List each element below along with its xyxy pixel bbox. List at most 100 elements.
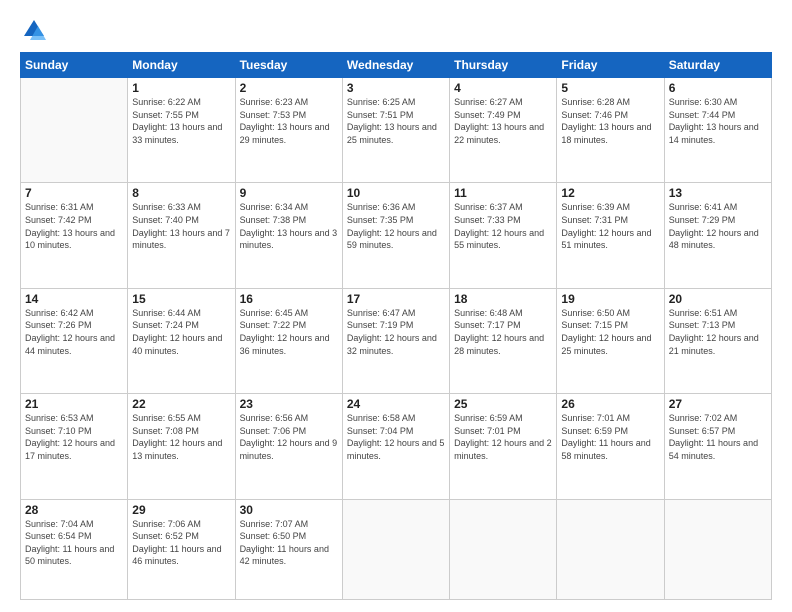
calendar-cell: 16Sunrise: 6:45 AM Sunset: 7:22 PM Dayli… xyxy=(235,288,342,393)
calendar-cell: 19Sunrise: 6:50 AM Sunset: 7:15 PM Dayli… xyxy=(557,288,664,393)
calendar-cell: 21Sunrise: 6:53 AM Sunset: 7:10 PM Dayli… xyxy=(21,394,128,499)
day-detail: Sunrise: 6:48 AM Sunset: 7:17 PM Dayligh… xyxy=(454,307,552,357)
day-detail: Sunrise: 6:51 AM Sunset: 7:13 PM Dayligh… xyxy=(669,307,767,357)
logo xyxy=(20,16,52,44)
calendar-cell: 18Sunrise: 6:48 AM Sunset: 7:17 PM Dayli… xyxy=(450,288,557,393)
calendar-cell: 3Sunrise: 6:25 AM Sunset: 7:51 PM Daylig… xyxy=(342,78,449,183)
calendar-week-row: 28Sunrise: 7:04 AM Sunset: 6:54 PM Dayli… xyxy=(21,499,772,599)
day-number: 2 xyxy=(240,81,338,95)
day-number: 7 xyxy=(25,186,123,200)
day-detail: Sunrise: 6:30 AM Sunset: 7:44 PM Dayligh… xyxy=(669,96,767,146)
calendar-cell: 23Sunrise: 6:56 AM Sunset: 7:06 PM Dayli… xyxy=(235,394,342,499)
day-number: 29 xyxy=(132,503,230,517)
calendar-header-row: SundayMondayTuesdayWednesdayThursdayFrid… xyxy=(21,53,772,78)
day-detail: Sunrise: 7:04 AM Sunset: 6:54 PM Dayligh… xyxy=(25,518,123,568)
day-detail: Sunrise: 6:37 AM Sunset: 7:33 PM Dayligh… xyxy=(454,201,552,251)
day-number: 19 xyxy=(561,292,659,306)
calendar-day-header: Friday xyxy=(557,53,664,78)
day-number: 16 xyxy=(240,292,338,306)
calendar-cell: 11Sunrise: 6:37 AM Sunset: 7:33 PM Dayli… xyxy=(450,183,557,288)
calendar-cell: 5Sunrise: 6:28 AM Sunset: 7:46 PM Daylig… xyxy=(557,78,664,183)
day-number: 20 xyxy=(669,292,767,306)
day-detail: Sunrise: 6:41 AM Sunset: 7:29 PM Dayligh… xyxy=(669,201,767,251)
day-detail: Sunrise: 6:36 AM Sunset: 7:35 PM Dayligh… xyxy=(347,201,445,251)
day-number: 10 xyxy=(347,186,445,200)
day-number: 21 xyxy=(25,397,123,411)
day-number: 25 xyxy=(454,397,552,411)
calendar-cell: 25Sunrise: 6:59 AM Sunset: 7:01 PM Dayli… xyxy=(450,394,557,499)
calendar-cell: 2Sunrise: 6:23 AM Sunset: 7:53 PM Daylig… xyxy=(235,78,342,183)
logo-icon xyxy=(20,16,48,44)
day-number: 30 xyxy=(240,503,338,517)
calendar-day-header: Thursday xyxy=(450,53,557,78)
calendar-day-header: Sunday xyxy=(21,53,128,78)
day-detail: Sunrise: 6:50 AM Sunset: 7:15 PM Dayligh… xyxy=(561,307,659,357)
calendar-cell: 13Sunrise: 6:41 AM Sunset: 7:29 PM Dayli… xyxy=(664,183,771,288)
calendar-table: SundayMondayTuesdayWednesdayThursdayFrid… xyxy=(20,52,772,600)
day-detail: Sunrise: 7:01 AM Sunset: 6:59 PM Dayligh… xyxy=(561,412,659,462)
calendar-cell: 14Sunrise: 6:42 AM Sunset: 7:26 PM Dayli… xyxy=(21,288,128,393)
day-detail: Sunrise: 6:45 AM Sunset: 7:22 PM Dayligh… xyxy=(240,307,338,357)
day-number: 8 xyxy=(132,186,230,200)
calendar-cell: 24Sunrise: 6:58 AM Sunset: 7:04 PM Dayli… xyxy=(342,394,449,499)
day-detail: Sunrise: 6:58 AM Sunset: 7:04 PM Dayligh… xyxy=(347,412,445,462)
day-detail: Sunrise: 6:31 AM Sunset: 7:42 PM Dayligh… xyxy=(25,201,123,251)
day-number: 15 xyxy=(132,292,230,306)
calendar-cell: 28Sunrise: 7:04 AM Sunset: 6:54 PM Dayli… xyxy=(21,499,128,599)
day-detail: Sunrise: 6:39 AM Sunset: 7:31 PM Dayligh… xyxy=(561,201,659,251)
calendar-cell: 17Sunrise: 6:47 AM Sunset: 7:19 PM Dayli… xyxy=(342,288,449,393)
day-detail: Sunrise: 6:27 AM Sunset: 7:49 PM Dayligh… xyxy=(454,96,552,146)
calendar-cell: 27Sunrise: 7:02 AM Sunset: 6:57 PM Dayli… xyxy=(664,394,771,499)
calendar-cell: 22Sunrise: 6:55 AM Sunset: 7:08 PM Dayli… xyxy=(128,394,235,499)
day-number: 11 xyxy=(454,186,552,200)
calendar-cell: 10Sunrise: 6:36 AM Sunset: 7:35 PM Dayli… xyxy=(342,183,449,288)
day-detail: Sunrise: 6:56 AM Sunset: 7:06 PM Dayligh… xyxy=(240,412,338,462)
day-number: 24 xyxy=(347,397,445,411)
calendar-cell: 29Sunrise: 7:06 AM Sunset: 6:52 PM Dayli… xyxy=(128,499,235,599)
day-detail: Sunrise: 6:22 AM Sunset: 7:55 PM Dayligh… xyxy=(132,96,230,146)
calendar-day-header: Monday xyxy=(128,53,235,78)
day-detail: Sunrise: 6:44 AM Sunset: 7:24 PM Dayligh… xyxy=(132,307,230,357)
day-detail: Sunrise: 7:06 AM Sunset: 6:52 PM Dayligh… xyxy=(132,518,230,568)
day-number: 22 xyxy=(132,397,230,411)
day-number: 23 xyxy=(240,397,338,411)
day-number: 1 xyxy=(132,81,230,95)
calendar-cell: 9Sunrise: 6:34 AM Sunset: 7:38 PM Daylig… xyxy=(235,183,342,288)
day-number: 12 xyxy=(561,186,659,200)
day-number: 4 xyxy=(454,81,552,95)
calendar-cell xyxy=(342,499,449,599)
day-detail: Sunrise: 6:28 AM Sunset: 7:46 PM Dayligh… xyxy=(561,96,659,146)
calendar-cell xyxy=(557,499,664,599)
day-detail: Sunrise: 6:59 AM Sunset: 7:01 PM Dayligh… xyxy=(454,412,552,462)
day-detail: Sunrise: 6:33 AM Sunset: 7:40 PM Dayligh… xyxy=(132,201,230,251)
day-number: 18 xyxy=(454,292,552,306)
calendar-day-header: Wednesday xyxy=(342,53,449,78)
day-number: 5 xyxy=(561,81,659,95)
day-detail: Sunrise: 7:02 AM Sunset: 6:57 PM Dayligh… xyxy=(669,412,767,462)
day-detail: Sunrise: 6:42 AM Sunset: 7:26 PM Dayligh… xyxy=(25,307,123,357)
day-number: 9 xyxy=(240,186,338,200)
calendar-week-row: 7Sunrise: 6:31 AM Sunset: 7:42 PM Daylig… xyxy=(21,183,772,288)
day-number: 27 xyxy=(669,397,767,411)
calendar-cell: 8Sunrise: 6:33 AM Sunset: 7:40 PM Daylig… xyxy=(128,183,235,288)
page: SundayMondayTuesdayWednesdayThursdayFrid… xyxy=(0,0,792,612)
day-detail: Sunrise: 6:53 AM Sunset: 7:10 PM Dayligh… xyxy=(25,412,123,462)
day-detail: Sunrise: 6:25 AM Sunset: 7:51 PM Dayligh… xyxy=(347,96,445,146)
calendar-cell: 4Sunrise: 6:27 AM Sunset: 7:49 PM Daylig… xyxy=(450,78,557,183)
day-number: 13 xyxy=(669,186,767,200)
calendar-week-row: 14Sunrise: 6:42 AM Sunset: 7:26 PM Dayli… xyxy=(21,288,772,393)
calendar-cell: 15Sunrise: 6:44 AM Sunset: 7:24 PM Dayli… xyxy=(128,288,235,393)
day-number: 26 xyxy=(561,397,659,411)
day-number: 28 xyxy=(25,503,123,517)
calendar-cell xyxy=(450,499,557,599)
day-detail: Sunrise: 6:23 AM Sunset: 7:53 PM Dayligh… xyxy=(240,96,338,146)
day-number: 14 xyxy=(25,292,123,306)
calendar-cell: 6Sunrise: 6:30 AM Sunset: 7:44 PM Daylig… xyxy=(664,78,771,183)
day-number: 17 xyxy=(347,292,445,306)
calendar-day-header: Saturday xyxy=(664,53,771,78)
day-detail: Sunrise: 6:47 AM Sunset: 7:19 PM Dayligh… xyxy=(347,307,445,357)
calendar-week-row: 21Sunrise: 6:53 AM Sunset: 7:10 PM Dayli… xyxy=(21,394,772,499)
day-detail: Sunrise: 6:55 AM Sunset: 7:08 PM Dayligh… xyxy=(132,412,230,462)
calendar-day-header: Tuesday xyxy=(235,53,342,78)
calendar-cell xyxy=(664,499,771,599)
